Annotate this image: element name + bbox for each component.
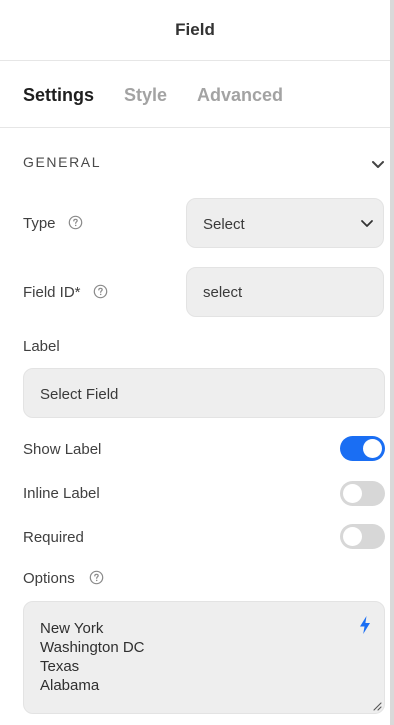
option-line: Texas — [40, 658, 80, 675]
tab-settings[interactable]: Settings — [23, 85, 94, 106]
chevron-down-icon — [361, 220, 373, 227]
tab-style[interactable]: Style — [124, 85, 167, 106]
options-label: Options — [23, 570, 75, 587]
type-select-value: Select — [203, 216, 245, 233]
type-label: Type — [23, 215, 56, 232]
lightning-bolt-icon[interactable] — [358, 615, 372, 635]
option-line: New York — [40, 620, 104, 637]
toggle-knob — [343, 527, 362, 546]
required-toggle[interactable] — [340, 524, 385, 549]
options-textarea[interactable]: New York Washington DC Texas Alabama — [23, 601, 385, 714]
option-line: Alabama — [40, 677, 100, 694]
type-select[interactable]: Select — [186, 198, 384, 248]
option-line: Washington DC — [40, 639, 145, 656]
chevron-down-icon[interactable] — [368, 154, 388, 174]
label-input[interactable]: Select Field — [23, 368, 385, 418]
show-label-toggle[interactable] — [340, 436, 385, 461]
field-id-label: Field ID* — [23, 284, 81, 301]
required-label: Required — [23, 529, 84, 546]
tab-advanced[interactable]: Advanced — [197, 85, 283, 106]
inline-label-label: Inline Label — [23, 485, 100, 502]
label-input-value: Select Field — [40, 386, 119, 403]
help-icon[interactable] — [89, 570, 104, 585]
field-settings-panel: Field Settings Style Advanced GENERAL Ty… — [0, 0, 390, 725]
show-label-label: Show Label — [23, 441, 102, 458]
toggle-knob — [363, 439, 382, 458]
panel-title: Field — [175, 20, 215, 39]
field-id-value: select — [203, 284, 243, 301]
help-icon[interactable] — [93, 284, 108, 299]
field-id-input[interactable]: select — [186, 267, 384, 317]
toggle-knob — [343, 484, 362, 503]
panel-header: Field — [0, 0, 390, 61]
inline-label-toggle[interactable] — [340, 481, 385, 506]
resize-grip-icon[interactable] — [372, 701, 382, 711]
panel-right-border — [390, 0, 394, 725]
help-icon[interactable] — [68, 215, 83, 230]
label-field-label: Label — [23, 338, 60, 355]
section-title: GENERAL — [23, 154, 102, 170]
section-general-header[interactable]: GENERAL — [0, 128, 390, 196]
tab-bar: Settings Style Advanced — [0, 61, 390, 128]
